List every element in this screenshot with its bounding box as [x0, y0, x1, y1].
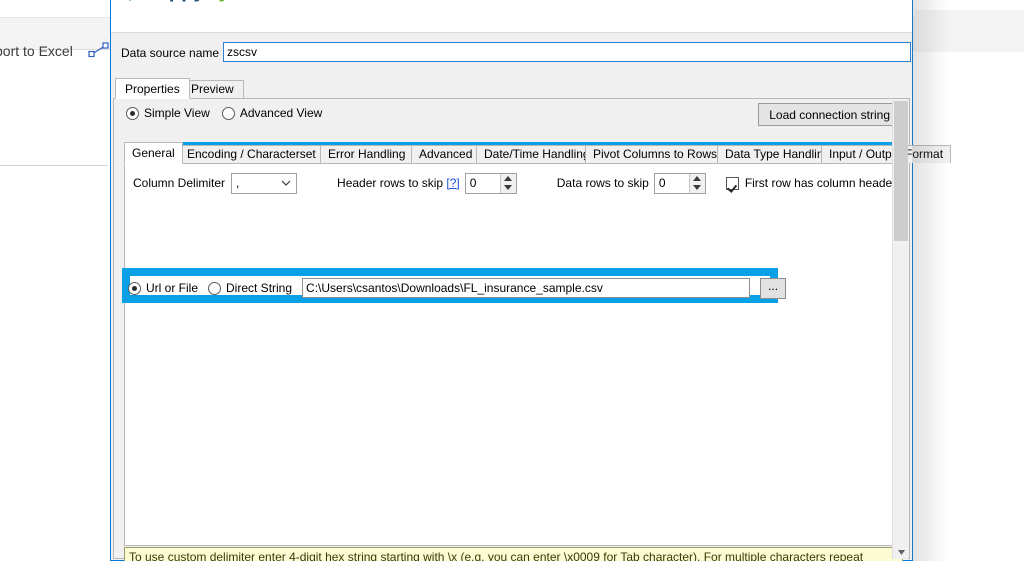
- first-row-has-headers-checkbox[interactable]: First row has column headers: [726, 176, 902, 190]
- properties-panel-scrollbar[interactable]: [892, 100, 908, 559]
- inner-tab-datetime-handling[interactable]: Date/Time Handling: [476, 145, 598, 163]
- properties-tab-page: Simple View Advanced View Load connectio…: [113, 98, 910, 559]
- radio-advanced-view[interactable]: Advanced View: [222, 106, 323, 120]
- stepper-down-icon[interactable]: [690, 183, 705, 193]
- url-or-file-path-input[interactable]: [302, 278, 750, 298]
- column-delimiter-combobox[interactable]: ,: [231, 173, 297, 194]
- radio-direct-string[interactable]: Direct String: [208, 281, 292, 295]
- inner-tab-advanced[interactable]: Advanced: [411, 145, 480, 163]
- view-mode-radio-group: Simple View Advanced View: [126, 106, 322, 120]
- inner-tab-error-handling[interactable]: Error Handling: [320, 145, 413, 163]
- dialog-tab-strip: Properties Preview: [113, 78, 910, 98]
- inner-tab-general[interactable]: General: [124, 142, 183, 164]
- zappysys-logo-text: ZappySys: [145, 0, 241, 3]
- radio-simple-view[interactable]: Simple View: [126, 106, 210, 120]
- stepper-down-icon[interactable]: [501, 183, 516, 193]
- data-source-name-label: Data source name: [121, 46, 219, 60]
- radio-advanced-view-label: Advanced View: [240, 106, 323, 120]
- data-rows-to-skip-label: Data rows to skip: [557, 176, 649, 190]
- csv-driver-connection-dialog: ZappySys CSV driver can read data from l…: [110, 0, 913, 561]
- logo-text-primary: Zappy: [145, 0, 205, 2]
- screenshot-root: port to Excel ZappySys CSV driver c: [0, 0, 1024, 561]
- chevron-down-icon: [281, 178, 291, 188]
- background-export-to-excel-label: port to Excel: [0, 43, 73, 59]
- dialog-drop-shadow: [912, 0, 948, 561]
- radio-advanced-view-dot: [222, 107, 235, 120]
- zappysys-funnel-icon: [119, 0, 141, 2]
- data-rows-stepper-buttons[interactable]: [689, 174, 705, 193]
- inner-tab-pivot-columns-to-rows[interactable]: Pivot Columns to Rows: [585, 145, 725, 163]
- logo-text-secondary: Sys: [205, 0, 241, 2]
- column-delimiter-label: Column Delimiter: [133, 176, 225, 190]
- header-rows-stepper-buttons[interactable]: [500, 174, 516, 193]
- stepper-up-icon[interactable]: [501, 174, 516, 184]
- radio-direct-string-dot: [208, 282, 221, 295]
- delimiter-hint-bar: To use custom delimiter enter 4-digit he…: [124, 547, 903, 561]
- tab-properties[interactable]: Properties: [115, 78, 190, 99]
- data-source-name-input[interactable]: [223, 42, 911, 62]
- scrollbar-thumb[interactable]: [894, 101, 908, 241]
- zappysys-logo: ZappySys: [119, 0, 241, 4]
- stepper-up-icon[interactable]: [690, 174, 705, 184]
- dialog-header: ZappySys CSV driver can read data from l…: [111, 0, 912, 33]
- first-row-has-headers-check-icon: [726, 177, 739, 190]
- radio-url-or-file-dot: [128, 282, 141, 295]
- scrollbar-down-arrow-icon[interactable]: [894, 545, 908, 559]
- load-connection-string-button[interactable]: Load connection string: [758, 103, 901, 126]
- first-row-has-headers-label: First row has column headers: [745, 176, 902, 190]
- radio-url-or-file-label: Url or File: [146, 281, 198, 295]
- browse-file-button[interactable]: ...: [760, 278, 786, 299]
- driver-settings-tab-strip: General Encoding / Characterset Error Ha…: [124, 142, 903, 163]
- data-rows-to-skip-stepper[interactable]: 0: [654, 173, 706, 194]
- header-rows-to-skip-value: 0: [466, 176, 477, 190]
- radio-direct-string-label: Direct String: [226, 281, 292, 295]
- header-rows-to-skip-text: Header rows to skip: [337, 176, 443, 190]
- general-settings-row: Column Delimiter , Header rows to skip […: [133, 172, 902, 194]
- header-rows-help-link[interactable]: [?]: [446, 176, 459, 190]
- source-mode-row: Url or File Direct String ...: [128, 277, 786, 299]
- radio-url-or-file[interactable]: Url or File: [128, 281, 198, 295]
- radio-simple-view-label: Simple View: [144, 106, 210, 120]
- header-rows-to-skip-stepper[interactable]: 0: [465, 173, 517, 194]
- background-panel-divider: [0, 165, 108, 166]
- inner-tab-data-type-handling[interactable]: Data Type Handling: [717, 145, 838, 163]
- inner-tab-encoding-characterset[interactable]: Encoding / Characterset: [179, 145, 324, 163]
- header-rows-to-skip-label: Header rows to skip [?]: [337, 176, 460, 190]
- tab-preview[interactable]: Preview: [181, 80, 244, 98]
- column-delimiter-value: ,: [232, 176, 239, 190]
- radio-simple-view-dot: [126, 107, 139, 120]
- data-source-name-row: Data source name: [111, 40, 912, 68]
- data-flow-connector-icon: [88, 42, 110, 58]
- data-rows-to-skip-value: 0: [655, 176, 666, 190]
- general-settings-panel: Column Delimiter , Header rows to skip […: [124, 163, 903, 546]
